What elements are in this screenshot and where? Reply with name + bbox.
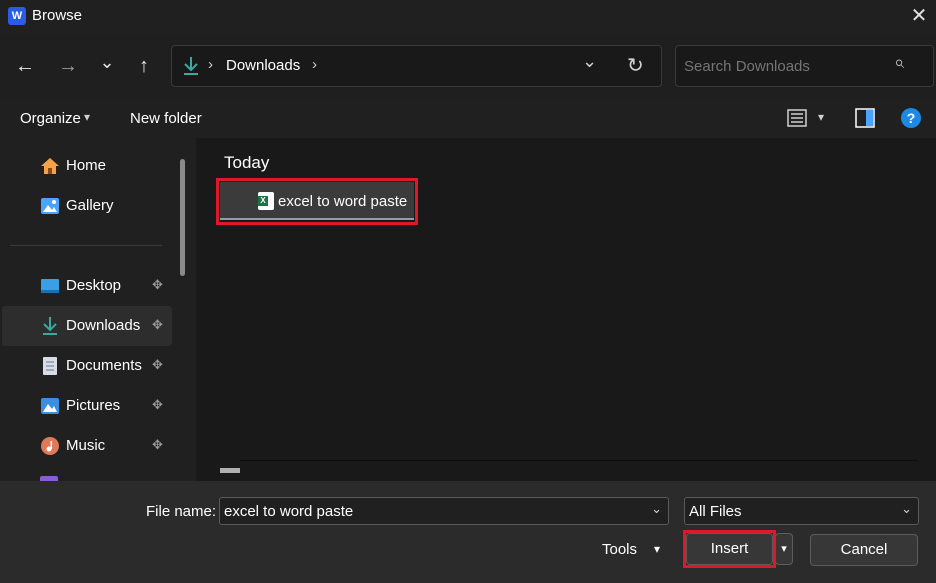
view-details-icon[interactable] xyxy=(787,109,807,127)
preview-pane-icon[interactable] xyxy=(855,108,875,128)
pin-icon[interactable]: ✥ xyxy=(152,277,163,293)
breadcrumb-downloads[interactable]: Downloads xyxy=(226,57,300,74)
insert-options-caret-icon[interactable]: ▾ xyxy=(775,533,793,565)
sidebar-item-label: Gallery xyxy=(66,197,114,214)
sidebar-item-downloads[interactable]: Downloads ✥ xyxy=(2,306,172,346)
home-icon xyxy=(41,158,59,174)
organize-button[interactable]: Organize xyxy=(20,110,81,127)
pin-icon[interactable]: ✥ xyxy=(152,437,163,453)
close-icon[interactable]: ✕ xyxy=(904,2,934,30)
up-arrow-icon[interactable]: ↑ xyxy=(130,52,158,80)
sidebar-item-pictures[interactable]: Pictures ✥ xyxy=(2,386,172,426)
file-name-value: excel to word paste xyxy=(224,503,354,520)
search-icon[interactable]: ⌕ xyxy=(894,52,904,73)
sidebar-item-gallery[interactable]: Gallery xyxy=(2,186,172,226)
sidebar-divider xyxy=(10,245,162,246)
help-icon[interactable]: ? xyxy=(901,108,921,128)
chevron-down-icon[interactable]: ⌄ xyxy=(901,501,912,517)
horizontal-scroll-track xyxy=(240,460,918,461)
insert-highlight-box xyxy=(683,530,776,568)
sidebar-item-label: Music xyxy=(66,437,106,454)
sidebar-item-documents[interactable]: Documents ✥ xyxy=(2,346,172,386)
file-highlight-box xyxy=(216,178,418,225)
sidebar-item-home[interactable]: Home xyxy=(2,146,172,186)
sidebar-item-label: Desktop xyxy=(66,277,122,294)
downloads-icon xyxy=(184,57,198,75)
file-type-value: All Files xyxy=(689,503,742,520)
recent-locations-chevron-icon[interactable]: ⌄ xyxy=(93,48,121,76)
tools-button[interactable]: Tools xyxy=(602,541,637,558)
word-app-icon: W xyxy=(8,7,26,25)
organize-caret-icon[interactable]: ▾ xyxy=(84,110,90,124)
refresh-icon[interactable]: ↻ xyxy=(627,53,644,78)
breadcrumb-separator-icon: › xyxy=(208,56,213,73)
title-bar xyxy=(0,0,936,34)
file-list: Today X excel to word paste xyxy=(196,138,936,481)
desktop-icon xyxy=(41,279,59,293)
horizontal-scrollbar[interactable] xyxy=(220,468,240,473)
sidebar-item-label: Downloads xyxy=(66,317,141,334)
documents-icon xyxy=(43,357,57,375)
search-box[interactable]: ⌕ xyxy=(675,45,934,87)
sidebar-item-label: Documents xyxy=(66,357,142,374)
cancel-button[interactable]: Cancel xyxy=(810,534,918,566)
sidebar-item-label: Pictures xyxy=(66,397,121,414)
pin-icon[interactable]: ✥ xyxy=(152,317,163,333)
music-icon xyxy=(41,437,59,455)
chevron-down-icon[interactable]: ⌄ xyxy=(651,501,662,517)
sidebar-item-label: Home xyxy=(66,157,107,174)
search-input[interactable] xyxy=(684,56,884,76)
address-bar[interactable]: › Downloads › ⌄ ↻ xyxy=(171,45,662,87)
pictures-icon xyxy=(41,398,59,414)
back-arrow-icon[interactable]: ← xyxy=(11,52,39,80)
window-title: Browse xyxy=(32,7,83,24)
pin-icon[interactable]: ✥ xyxy=(152,397,163,413)
navigation-pane: Home Gallery Desktop ✥ Downloads ✥ Docum… xyxy=(0,138,196,481)
sidebar-item-music[interactable]: Music ✥ xyxy=(2,426,172,466)
gallery-icon xyxy=(41,198,59,214)
sidebar-item-desktop[interactable]: Desktop ✥ xyxy=(2,266,172,306)
breadcrumb-chevron-icon[interactable]: › xyxy=(312,56,317,73)
address-dropdown-icon[interactable]: ⌄ xyxy=(582,51,597,72)
tools-caret-icon[interactable]: ▾ xyxy=(654,542,660,556)
file-name-label: File name: xyxy=(146,503,217,520)
forward-arrow-icon[interactable]: → xyxy=(54,52,82,80)
view-caret-icon[interactable]: ▾ xyxy=(818,110,824,124)
group-header-today: Today xyxy=(224,153,270,172)
new-folder-button[interactable]: New folder xyxy=(130,110,202,127)
downloads-icon xyxy=(43,317,57,335)
pin-icon[interactable]: ✥ xyxy=(152,357,163,373)
sidebar-scrollbar[interactable] xyxy=(180,159,185,276)
file-type-select[interactable]: All Files ⌄ xyxy=(684,497,919,525)
file-name-input[interactable]: excel to word paste ⌄ xyxy=(219,497,669,525)
